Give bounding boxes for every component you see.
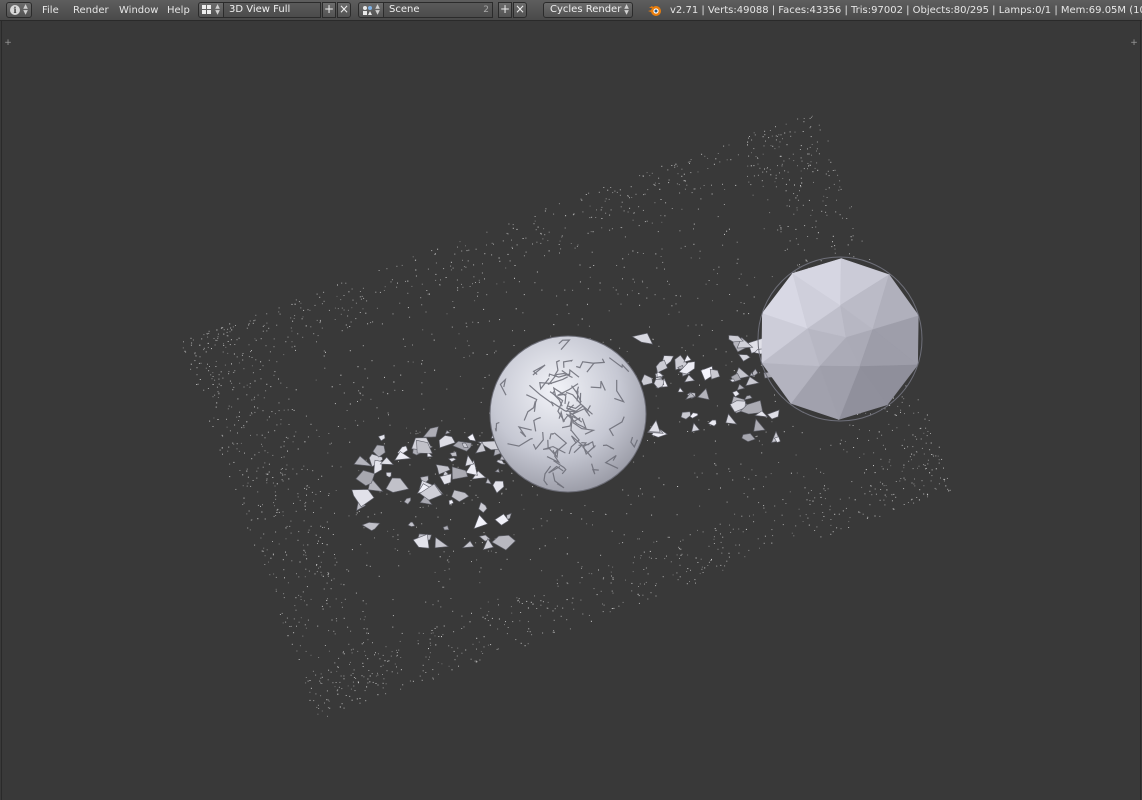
updown-arrows-icon: ▲ ▼ [215,3,220,16]
render-engine-label: Cycles Render [550,4,622,15]
fractured-sphere [489,335,647,493]
close-icon: × [514,2,526,16]
add-screen-layout-button[interactable]: + [322,2,336,18]
menu-file[interactable]: File [38,3,63,18]
icosphere [757,256,923,422]
editor-type-button[interactable]: i ▲ ▼ [6,2,32,18]
scene-user-count: 2 [483,5,489,15]
screen-layout-field[interactable]: 3D View Full [223,2,321,18]
screen-layout-icon [202,5,212,15]
menu-help[interactable]: Help [163,3,194,18]
blender-logo-icon [648,6,661,16]
remove-scene-button[interactable]: × [513,2,527,18]
viewport-scene [182,115,951,717]
remove-screen-layout-button[interactable]: × [337,2,351,18]
plus-icon: + [323,2,335,16]
plus-icon: + [499,2,511,16]
scene-name: Scene [389,4,420,15]
render-engine-dropdown[interactable]: Cycles Render ▲ ▼ [543,2,633,18]
close-icon: × [338,2,350,16]
blender-window: i ▲ ▼ File Render Window Help ▲ ▼ 3D View … [0,0,1142,800]
menu-render[interactable]: Render [69,3,113,18]
menu-window[interactable]: Window [115,3,162,18]
scene-icon [363,6,372,15]
add-scene-button[interactable]: + [498,2,512,18]
info-header: i ▲ ▼ File Render Window Help ▲ ▼ 3D View … [0,0,1142,21]
3d-viewport[interactable]: + + [1,21,1141,800]
info-icon: i [10,5,20,15]
updown-arrows-icon: ▲ ▼ [375,3,380,16]
scene-name-field[interactable]: Scene 2 [383,2,493,18]
screen-layout-browse-button[interactable]: ▲ ▼ [198,2,224,18]
updown-arrows-icon: ▲ ▼ [624,3,629,16]
scene-statistics: v2.71 | Verts:49088 | Faces:43356 | Tris… [670,5,1142,16]
scene-browse-button[interactable]: ▲ ▼ [358,2,384,18]
updown-arrows-icon: ▲ ▼ [23,3,28,16]
